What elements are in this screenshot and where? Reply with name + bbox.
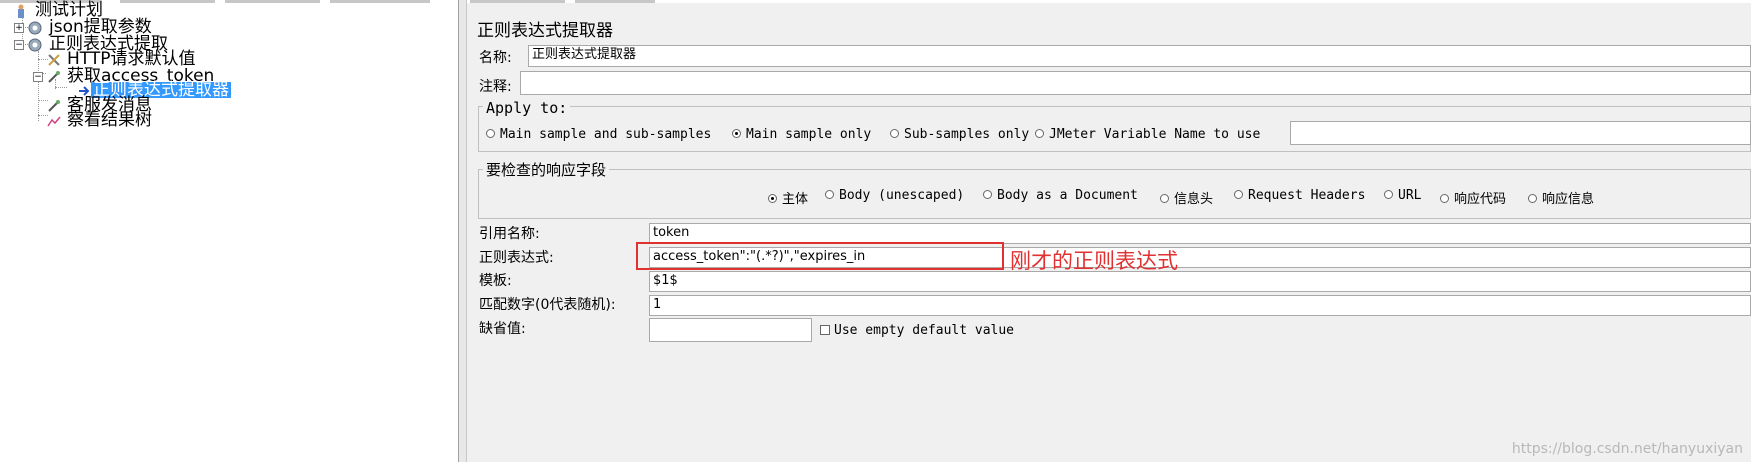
tree-node-view-results-tree[interactable]: 察看结果树 <box>0 110 200 130</box>
radio-body[interactable]: 主体 <box>768 188 808 207</box>
radio-selected-icon <box>768 194 777 203</box>
collapse-icon[interactable]: − <box>14 40 24 50</box>
radio-icon <box>1035 129 1044 138</box>
test-plan-tree[interactable]: 测试计划 + json提取参数 − 正则表达式提取 HTTP请求默认值 − 获取… <box>0 0 458 462</box>
regex-extractor-panel: 正则表达式提取器 名称: 正则表达式提取器 注释: Apply to: Main… <box>467 3 1751 462</box>
radio-label: URL <box>1398 188 1422 203</box>
jmeter-variable-field[interactable] <box>1290 121 1751 145</box>
sampler-pipette-icon <box>47 99 61 113</box>
match-no-label: 匹配数字(0代表随机): <box>479 297 616 313</box>
radio-icon <box>1234 190 1243 199</box>
radio-label: Sub-samples only <box>904 127 1030 142</box>
sampler-pipette-icon <box>47 70 61 84</box>
radio-selected-icon <box>732 129 741 138</box>
split-pane-divider[interactable] <box>458 0 467 462</box>
match-no-field[interactable]: 1 <box>649 295 1751 316</box>
radio-main-only[interactable]: Main sample only <box>732 127 871 142</box>
comments-label: 注释: <box>479 79 512 95</box>
annotation-highlight-box <box>636 242 1004 270</box>
name-label: 名称: <box>479 50 512 66</box>
radio-icon <box>983 190 992 199</box>
radio-label: Main sample and sub-samples <box>500 127 712 142</box>
checkbox-label: Use empty default value <box>834 323 1015 338</box>
ref-name-field[interactable]: token <box>649 223 1751 244</box>
radio-response-code[interactable]: 响应代码 <box>1440 188 1506 207</box>
radio-icon <box>890 129 899 138</box>
radio-body-unescaped[interactable]: Body (unescaped) <box>825 188 964 203</box>
apply-to-title: Apply to: <box>483 99 571 117</box>
radio-sub-only[interactable]: Sub-samples only <box>890 127 1029 142</box>
radio-response-message[interactable]: 响应信息 <box>1528 188 1594 207</box>
radio-icon <box>825 190 834 199</box>
default-value-label: 缺省值: <box>479 321 526 337</box>
thread-group-icon <box>28 38 42 52</box>
radio-icon <box>1528 194 1537 203</box>
ref-name-label: 引用名称: <box>479 226 540 242</box>
template-label: 模板: <box>479 273 512 289</box>
listener-graph-icon <box>47 114 61 128</box>
regex-label: 正则表达式: <box>479 250 554 266</box>
radio-label: 主体 <box>782 192 809 207</box>
radio-url[interactable]: URL <box>1384 188 1421 203</box>
radio-label: Body (unescaped) <box>839 188 965 203</box>
radio-headers[interactable]: 信息头 <box>1160 188 1213 207</box>
radio-label: Main sample only <box>746 127 872 142</box>
radio-icon <box>1440 194 1449 203</box>
thread-group-icon <box>28 21 42 35</box>
radio-label: Request Headers <box>1248 188 1366 203</box>
use-empty-default-checkbox[interactable]: Use empty default value <box>820 323 1014 338</box>
config-wrench-icon <box>47 53 61 67</box>
radio-icon <box>1160 194 1169 203</box>
tree-node-label: HTTP请求默认值 <box>67 49 196 69</box>
watermark: https://blog.csdn.net/hanyuxiyan <box>1511 441 1743 457</box>
radio-label: 响应信息 <box>1542 192 1595 207</box>
tree-node-label: 测试计划 <box>35 0 103 20</box>
comments-field[interactable] <box>520 71 1751 95</box>
collapse-icon[interactable]: − <box>33 72 43 82</box>
tree-node-label: 察看结果树 <box>67 110 152 130</box>
radio-label: Body as a Document <box>997 188 1138 203</box>
expand-icon[interactable]: + <box>14 23 24 33</box>
panel-title: 正则表达式提取器 <box>477 21 613 41</box>
radio-label: JMeter Variable Name to use <box>1049 127 1261 142</box>
radio-icon <box>1384 190 1393 199</box>
radio-label: 响应代码 <box>1454 192 1507 207</box>
annotation-text: 刚才的正则表达式 <box>1010 249 1178 273</box>
response-field-title: 要检查的响应字段 <box>483 159 610 180</box>
tree-node-label: json提取参数 <box>49 17 152 37</box>
radio-label: 信息头 <box>1174 192 1214 207</box>
radio-icon <box>486 129 495 138</box>
name-field[interactable]: 正则表达式提取器 <box>528 45 1751 67</box>
test-plan-icon <box>14 4 28 18</box>
radio-request-headers[interactable]: Request Headers <box>1234 188 1365 203</box>
radio-main-and-sub[interactable]: Main sample and sub-samples <box>486 127 711 142</box>
radio-body-as-document[interactable]: Body as a Document <box>983 188 1138 203</box>
radio-jmeter-variable[interactable]: JMeter Variable Name to use <box>1035 127 1260 142</box>
default-value-field[interactable] <box>649 318 812 342</box>
template-field[interactable]: $1$ <box>649 271 1751 292</box>
checkbox-icon <box>820 324 830 335</box>
